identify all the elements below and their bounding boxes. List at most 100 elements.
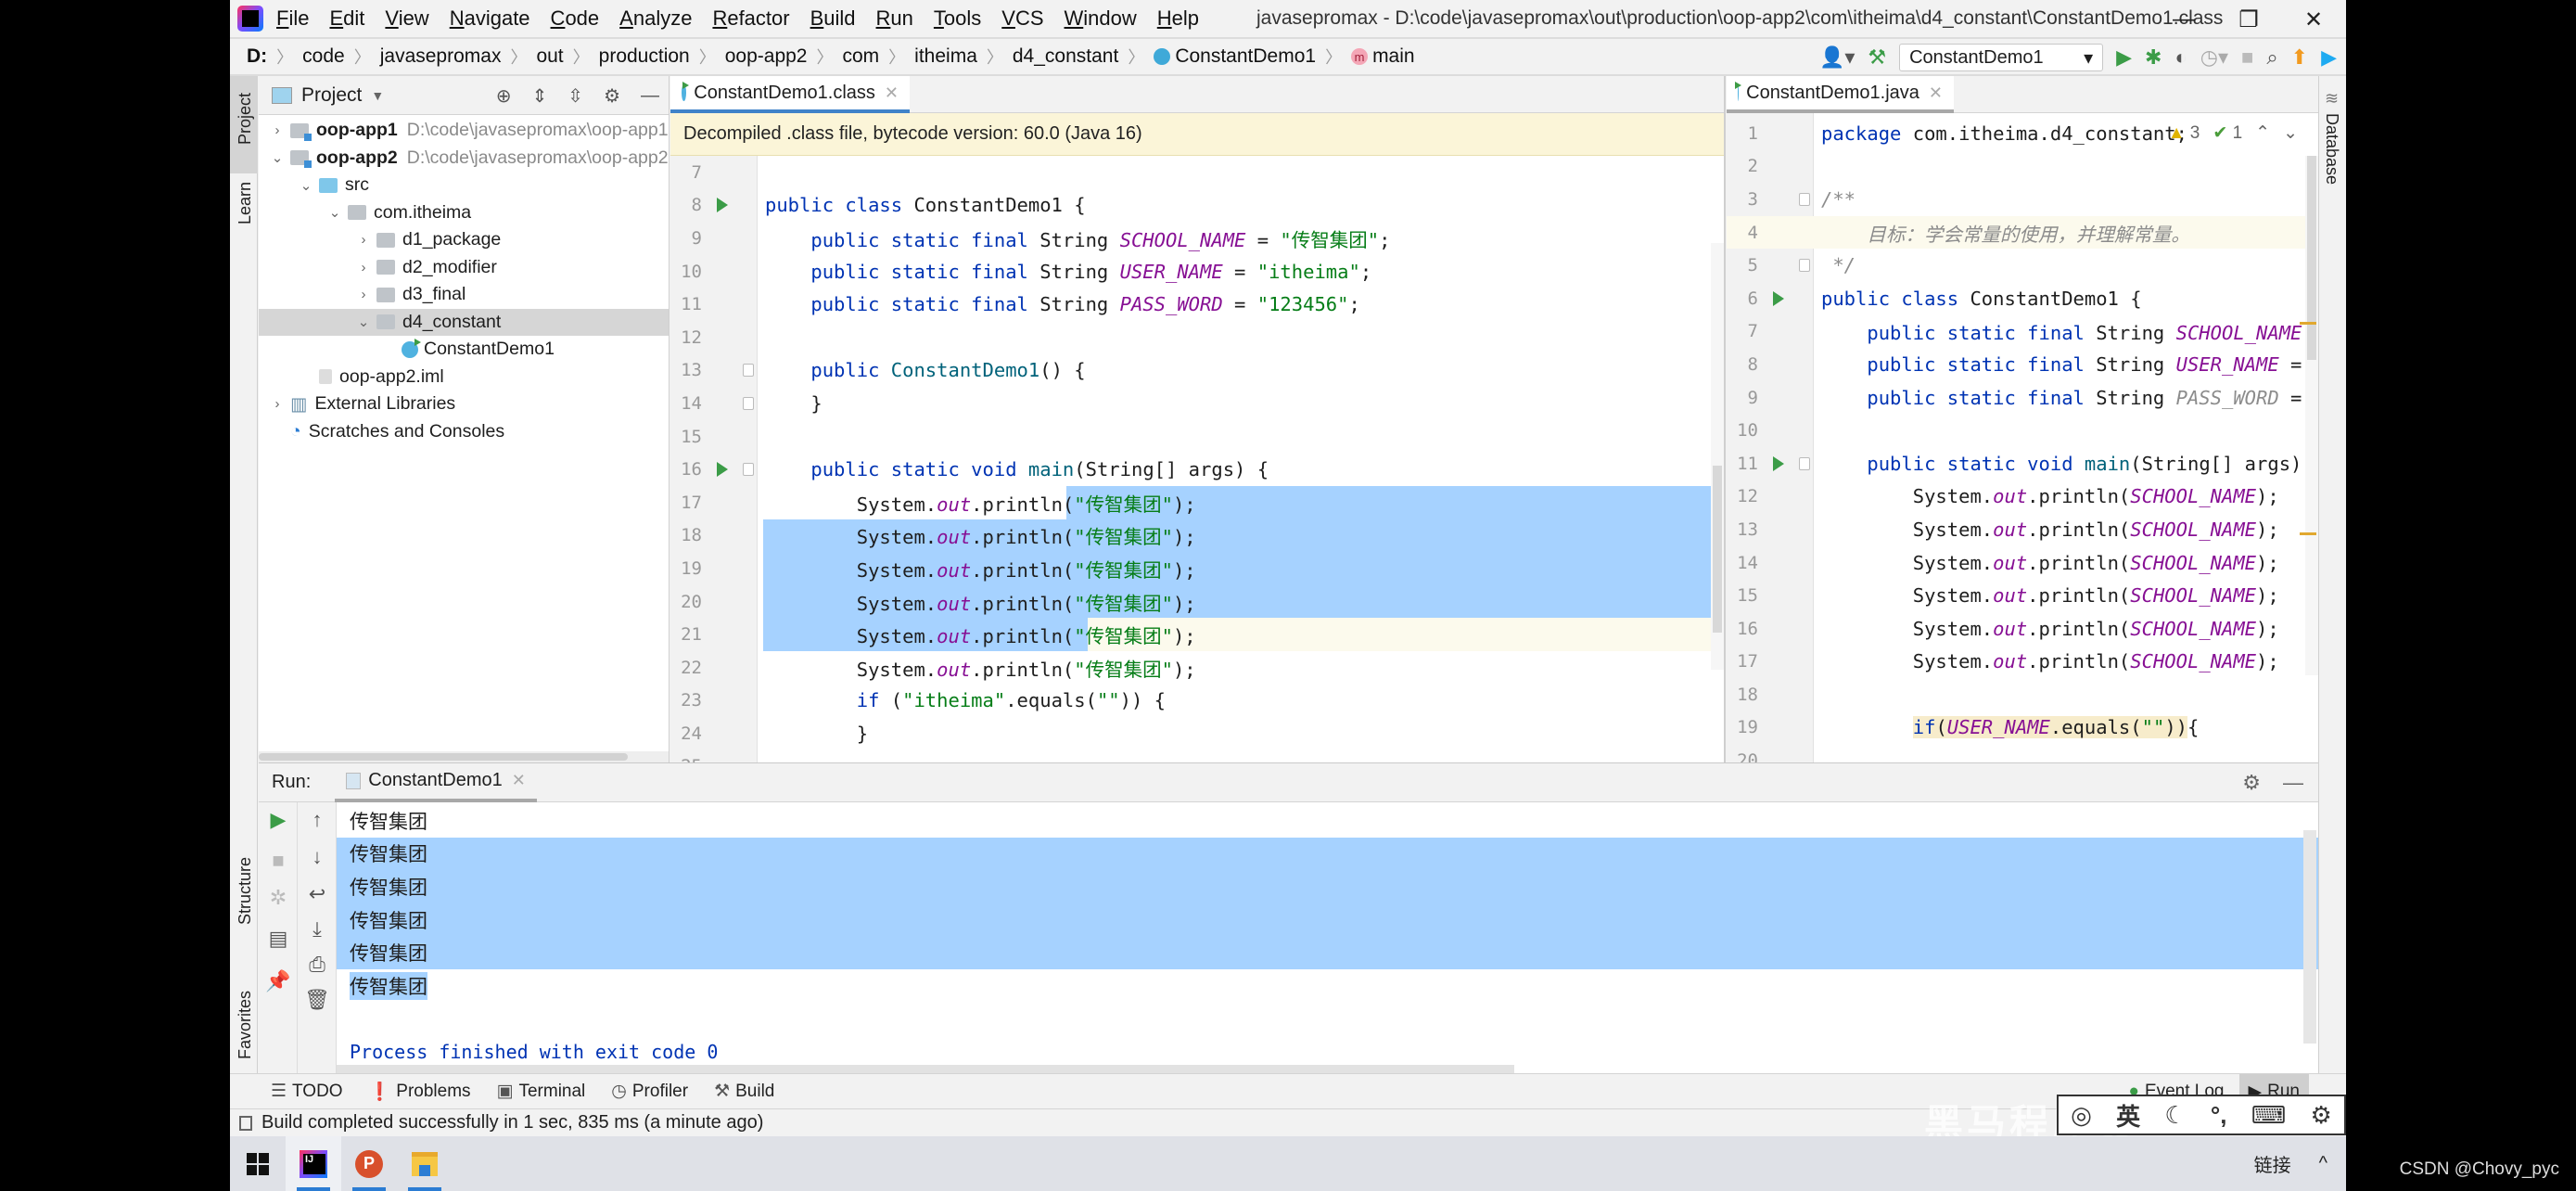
code-line[interactable]: 11 public static void main(String[] args… — [1727, 447, 2318, 480]
hide-icon[interactable]: — — [641, 85, 659, 107]
breadcrumb-d4-constant[interactable]: d4_constant — [1013, 45, 1118, 68]
chevron-right-icon[interactable]: › — [268, 396, 287, 412]
code-line[interactable]: 5 */ — [1727, 249, 2318, 282]
chevron-down-icon[interactable]: ⌄ — [325, 204, 344, 221]
breadcrumb-com[interactable]: com — [842, 45, 879, 68]
code-line[interactable]: 24 } — [670, 717, 1724, 750]
close-icon[interactable]: ✕ — [512, 771, 526, 790]
tree-item[interactable]: › d2_modifier — [259, 254, 669, 282]
code-line[interactable]: 18 — [1727, 678, 2318, 711]
console-line[interactable]: 传智集团 — [337, 903, 2318, 937]
code-area[interactable]: 1 package com.itheima.d4_constant; 2 3 /** 4 … — [1727, 113, 2318, 762]
menu-analyze[interactable]: Analyze — [619, 6, 692, 31]
console-line[interactable]: 传智集团 — [337, 936, 2318, 969]
structure-tool-label[interactable]: Structure — [236, 857, 255, 925]
breadcrumb-method[interactable]: main — [1372, 45, 1415, 68]
project-tool-label[interactable]: Project — [236, 93, 255, 145]
code-line[interactable]: 23 if ("itheima".equals("")) { — [670, 685, 1724, 718]
console-line[interactable]: 传智集团 — [337, 837, 2318, 871]
user-icon[interactable]: 👤▾ — [1819, 45, 1855, 70]
code-line[interactable]: 12 — [670, 321, 1724, 354]
debug-icon[interactable]: ✱ — [2145, 45, 2162, 70]
menu-view[interactable]: View — [385, 6, 428, 31]
horizontal-scrollbar[interactable] — [259, 751, 669, 762]
code-line[interactable]: 7 public static final String SCHOOL_NAME… — [1727, 315, 2318, 349]
code-line[interactable]: 3 /** — [1727, 183, 2318, 216]
code-line[interactable]: 16 System.out.println(SCHOOL_NAME); — [1727, 612, 2318, 646]
tree-item[interactable]: ConstantDemo1 — [259, 336, 669, 364]
search-icon[interactable]: ⌕ — [2266, 45, 2277, 70]
chevron-down-icon[interactable]: ⌄ — [268, 149, 287, 166]
toolbox-icon[interactable]: ▶ — [2321, 45, 2337, 70]
tree-item[interactable]: ◔ Scratches and Consoles — [259, 418, 669, 446]
chevron-right-icon[interactable]: › — [354, 260, 373, 275]
breadcrumb-javasepromax[interactable]: javasepromax — [380, 45, 502, 68]
code-line[interactable]: 17 System.out.println(SCHOOL_NAME); — [1727, 646, 2318, 679]
breadcrumb-code[interactable]: code — [302, 45, 345, 68]
menu-help[interactable]: Help — [1157, 6, 1199, 31]
previous-highlight-icon[interactable]: ⌃ — [2255, 122, 2270, 144]
minimize-button[interactable]: — — [2151, 0, 2216, 39]
run-tab-constantdemo1[interactable]: ConstantDemo1 ✕ — [335, 763, 537, 802]
gear-icon[interactable]: ⚙ — [2311, 1101, 2332, 1130]
code-line[interactable]: 8 public static final String USER_NAME =… — [1727, 348, 2318, 381]
pin-icon[interactable]: 📌 — [259, 969, 298, 993]
tree-item[interactable]: ⌄ d4_constant — [259, 308, 669, 336]
menu-tools[interactable]: Tools — [934, 6, 981, 31]
tab-terminal[interactable]: ▣ Terminal — [497, 1081, 586, 1102]
tab-constantdemo1-java[interactable]: ConstantDemo1.java ✕ — [1727, 76, 1954, 113]
menu-window[interactable]: Window — [1065, 6, 1137, 31]
fold-icon[interactable] — [743, 364, 754, 378]
tab-todo[interactable]: ☰ TODO — [271, 1081, 343, 1102]
arrow-up-icon[interactable]: ↑ — [298, 808, 337, 832]
breadcrumb-class[interactable]: ConstantDemo1 — [1175, 45, 1316, 68]
tree-item[interactable]: › d1_package — [259, 226, 669, 254]
tree-item[interactable]: ⌄ com.itheima — [259, 199, 669, 227]
chevron-right-icon[interactable]: › — [268, 122, 287, 138]
breadcrumb-drive[interactable]: D: — [247, 45, 267, 68]
code-line[interactable]: 17 System.out.println("传智集团"); — [670, 485, 1724, 519]
breadcrumb-itheima[interactable]: itheima — [914, 45, 977, 68]
code-line[interactable]: 14 System.out.println(SCHOOL_NAME); — [1727, 546, 2318, 580]
favorites-tool-label[interactable]: Favorites — [236, 991, 255, 1059]
code-line[interactable]: 4 目标：学会常量的使用，并理解常量。 — [1727, 215, 2318, 250]
run-gutter-icon[interactable] — [1773, 455, 1784, 471]
breadcrumb-production[interactable]: production — [599, 45, 690, 68]
tree-item[interactable]: › oop-app1 D:\code\javasepromax\oop-app1 — [259, 117, 669, 145]
code-line[interactable]: 7 — [670, 156, 1724, 189]
console-line[interactable]: Process finished with exit code 0 — [337, 1035, 2318, 1069]
code-line[interactable]: 20 — [1727, 744, 2318, 762]
vertical-scrollbar[interactable] — [2305, 156, 2318, 675]
soft-wrap-icon[interactable]: ↩ — [298, 882, 337, 906]
fold-icon[interactable] — [743, 396, 754, 410]
chevron-down-icon[interactable]: ▼ — [371, 88, 384, 103]
chevron-down-icon[interactable]: ⌄ — [297, 177, 315, 194]
taskbar-intellij[interactable] — [286, 1136, 341, 1191]
moon-icon[interactable]: ☾ — [2164, 1101, 2186, 1130]
ime-logo-icon[interactable]: ◎ — [2071, 1101, 2092, 1130]
console-output[interactable]: 传智集团 传智集团 传智集团 传智集团 传智集团 传智集团 Process finished… — [337, 802, 2318, 1074]
menu-run[interactable]: Run — [876, 6, 913, 31]
warning-marker[interactable] — [2300, 322, 2316, 325]
update-icon[interactable]: ⬆ — [2291, 45, 2308, 70]
chevron-right-icon[interactable]: › — [354, 287, 373, 302]
console-line[interactable]: 传智集团 — [337, 969, 2318, 1003]
ime-mode[interactable]: 英 — [2116, 1098, 2140, 1133]
chevron-down-icon[interactable]: ⌄ — [354, 314, 373, 330]
console-line[interactable]: 传智集团 — [337, 870, 2318, 903]
menu-refactor[interactable]: Refactor — [712, 6, 789, 31]
code-line[interactable]: 18 System.out.println("传智集团"); — [670, 519, 1724, 553]
fold-icon[interactable] — [1799, 192, 1810, 206]
tab-constantdemo1-class[interactable]: ConstantDemo1.class ✕ — [670, 76, 910, 113]
print-icon[interactable]: ⎙ — [298, 953, 337, 977]
database-tool-label[interactable]: Database — [2322, 113, 2341, 185]
close-window-button[interactable]: ✕ — [2281, 0, 2346, 39]
code-line[interactable]: 25 — [670, 750, 1724, 762]
stop-icon[interactable]: ■ — [259, 849, 298, 873]
tree-item[interactable]: oop-app2.iml — [259, 364, 669, 391]
code-line[interactable]: 6 public class ConstantDemo1 { — [1727, 282, 2318, 315]
tree-item[interactable]: ⌄ oop-app2 D:\code\javasepromax\oop-app2 — [259, 145, 669, 173]
stop-icon[interactable]: ■ — [2241, 45, 2253, 70]
menu-code[interactable]: Code — [551, 6, 600, 31]
code-line[interactable]: 11 public static final String PASS_WORD … — [670, 288, 1724, 321]
